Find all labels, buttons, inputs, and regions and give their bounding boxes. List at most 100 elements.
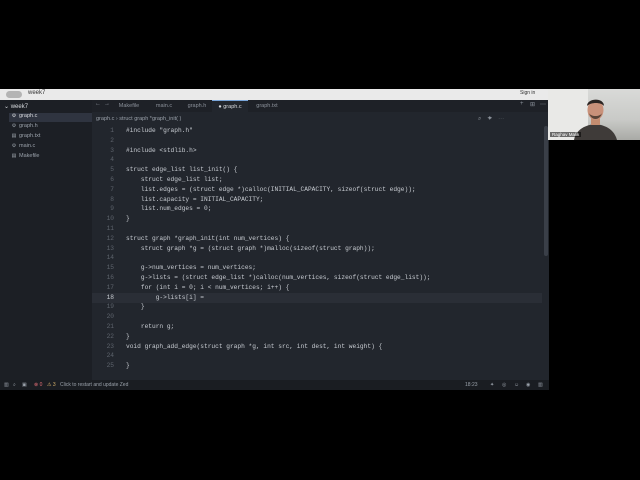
line-number: 5 xyxy=(110,166,114,174)
project-root[interactable]: ⌄ week7 xyxy=(4,103,28,110)
code-text[interactable]: g->num_vertices = num_vertices; xyxy=(126,263,256,273)
panel-right-icon[interactable]: ▥ xyxy=(538,380,543,390)
window-title[interactable]: week7 xyxy=(28,90,45,96)
assistant-icon[interactable]: ✦ xyxy=(490,380,494,390)
code-line[interactable]: 2 xyxy=(92,136,542,146)
code-text[interactable]: struct graph *g = (struct graph *)malloc… xyxy=(126,244,375,254)
line-number: 20 xyxy=(106,313,114,321)
code-line[interactable]: 22} xyxy=(92,332,542,342)
file-make-icon: ▤ xyxy=(11,153,17,159)
code-line[interactable]: 13 struct graph *g = (struct graph *)mal… xyxy=(92,244,542,254)
code-text[interactable]: #include "graph.h" xyxy=(126,126,193,136)
code-line[interactable]: 12 struct graph *graph_init(int num_verti… xyxy=(92,234,542,244)
editor-scrollbar[interactable] xyxy=(544,126,548,256)
code-editor[interactable]: 1 #include "graph.h" 2 3 #include <stdlib.h>… xyxy=(92,126,542,372)
code-text[interactable]: return g; xyxy=(126,322,174,332)
code-line[interactable]: 17 for (int i = 0; i < num_vertices; i++… xyxy=(92,283,542,293)
code-text[interactable]: struct edge_list list_init() { xyxy=(126,165,237,175)
line-number: 8 xyxy=(110,195,114,203)
code-text[interactable]: void graph_add_edge(struct graph *g, int… xyxy=(126,342,382,352)
code-text[interactable]: list.edges = (struct edge *)calloc(INITI… xyxy=(126,185,416,195)
line-number: 22 xyxy=(106,332,114,340)
tab-bar: ← → Makefile main.c graph.h ● graph.c gr… xyxy=(92,100,549,112)
line-number: 10 xyxy=(106,215,114,223)
code-line[interactable]: 11 xyxy=(92,224,542,234)
sidebar-item-label: graph.h xyxy=(19,123,38,129)
code-text[interactable]: list.num_edges = 0; xyxy=(126,204,212,214)
line-number: 13 xyxy=(106,244,114,252)
line-number: 6 xyxy=(110,176,114,183)
tab-main-c[interactable]: main.c xyxy=(146,100,182,112)
breadcrumb[interactable]: graph.c › struct graph *graph_init( ) xyxy=(96,116,181,122)
more-icon[interactable]: ⋯ xyxy=(498,116,510,122)
split-pane-icon[interactable]: ⊞ xyxy=(530,101,535,108)
plus-icon[interactable]: + xyxy=(520,101,524,107)
code-line[interactable]: 19 } xyxy=(92,302,542,312)
project-switcher[interactable] xyxy=(6,91,22,98)
code-line[interactable]: 15 g->num_vertices = num_vertices; xyxy=(92,263,542,273)
sidebar-item-graph-c[interactable]: ⚙ graph.c xyxy=(9,113,92,122)
line-number: 25 xyxy=(106,362,114,370)
tab-graph-c[interactable]: ● graph.c xyxy=(212,100,248,112)
file-c-icon: ⚙ xyxy=(11,113,17,119)
tab-graph-txt[interactable]: graph.txt xyxy=(248,100,286,112)
code-line[interactable]: 6 struct edge_list list; xyxy=(92,175,542,185)
notification-icon[interactable]: ◉ xyxy=(526,380,530,390)
code-line[interactable]: 20 xyxy=(92,312,542,322)
code-line[interactable]: 8 list.capacity = INITIAL_CAPACITY; xyxy=(92,195,542,205)
terminal-icon[interactable]: ▣ xyxy=(22,380,27,390)
back-arrow-icon[interactable]: ← xyxy=(95,101,101,107)
code-line[interactable]: 4 xyxy=(92,155,542,165)
code-text[interactable]: } xyxy=(126,332,130,342)
line-number: 7 xyxy=(110,185,114,193)
code-text[interactable]: struct edge_list list; xyxy=(126,175,223,185)
code-line[interactable]: 14 xyxy=(92,253,542,263)
warning-count[interactable]: ⚠ 3 xyxy=(47,380,56,390)
search-icon[interactable]: ⌕ xyxy=(478,116,487,122)
code-text[interactable]: } xyxy=(126,302,145,312)
code-text[interactable]: g->lists = (struct edge_list *)calloc(nu… xyxy=(126,273,431,283)
code-line[interactable]: 10} xyxy=(92,214,542,224)
forward-arrow-icon[interactable]: → xyxy=(104,101,110,107)
code-line[interactable]: 9 list.num_edges = 0; xyxy=(92,204,542,214)
feedback-icon[interactable]: ☺ xyxy=(514,380,519,390)
assistant-icon[interactable]: ✦ xyxy=(487,116,498,122)
sidebar-item-graph-h[interactable]: ⚙ graph.h xyxy=(9,123,92,132)
code-text[interactable]: g->lists[i] = xyxy=(126,293,204,303)
code-line[interactable]: 24 xyxy=(92,351,542,361)
code-text[interactable]: struct graph *graph_init(int num_vertice… xyxy=(126,234,289,244)
error-count[interactable]: ⊗ 0 xyxy=(34,380,42,390)
sidebar-item-makefile[interactable]: ▤ Makefile xyxy=(9,153,92,162)
code-text[interactable]: list.capacity = INITIAL_CAPACITY; xyxy=(126,195,264,205)
participant-name: Raghav Malik xyxy=(550,132,582,137)
code-line[interactable]: 18 g->lists[i] = xyxy=(92,292,542,303)
code-text[interactable]: #include <stdlib.h> xyxy=(126,146,197,156)
chevron-down-icon: ⌄ xyxy=(4,104,10,110)
code-line[interactable]: 25} xyxy=(92,361,542,371)
tab-makefile[interactable]: Makefile xyxy=(112,100,146,112)
code-line[interactable]: 23 void graph_add_edge(struct graph *g, i… xyxy=(92,342,542,352)
search-icon[interactable]: ⌕ xyxy=(13,380,16,390)
code-line[interactable]: 3 #include <stdlib.h> xyxy=(92,146,542,156)
code-line[interactable]: 21 return g; xyxy=(92,322,542,332)
sign-in-button[interactable]: Sign in xyxy=(520,90,535,96)
code-text[interactable]: for (int i = 0; i < num_vertices; i++) { xyxy=(126,283,290,293)
project-root-label: week7 xyxy=(10,104,29,110)
code-text[interactable]: } xyxy=(126,361,130,371)
line-number: 24 xyxy=(106,352,114,360)
update-notice[interactable]: Click to restart and update Zed xyxy=(60,380,128,390)
sidebar-item-graph-txt[interactable]: ▤ graph.txt xyxy=(9,133,92,142)
line-number: 21 xyxy=(106,323,114,330)
webcam-tile: Raghav Malik xyxy=(548,89,640,140)
panel-toggle-icon[interactable]: ▥ xyxy=(4,380,9,390)
cursor-position[interactable]: 18:23 xyxy=(465,380,478,390)
tab-graph-h[interactable]: graph.h xyxy=(182,100,212,112)
code-line[interactable]: 1 #include "graph.h" xyxy=(92,126,542,136)
sidebar-item-main-c[interactable]: ⚙ main.c xyxy=(9,143,92,152)
code-line[interactable]: 16 g->lists = (struct edge_list *)calloc… xyxy=(92,273,542,283)
code-line[interactable]: 7 list.edges = (struct edge *)calloc(INI… xyxy=(92,185,542,195)
code-text[interactable]: } xyxy=(126,214,130,224)
more-icon[interactable]: ⋯ xyxy=(540,101,546,108)
code-line[interactable]: 5 struct edge_list list_init() { xyxy=(92,165,542,175)
copilot-icon[interactable]: ◎ xyxy=(502,380,506,390)
